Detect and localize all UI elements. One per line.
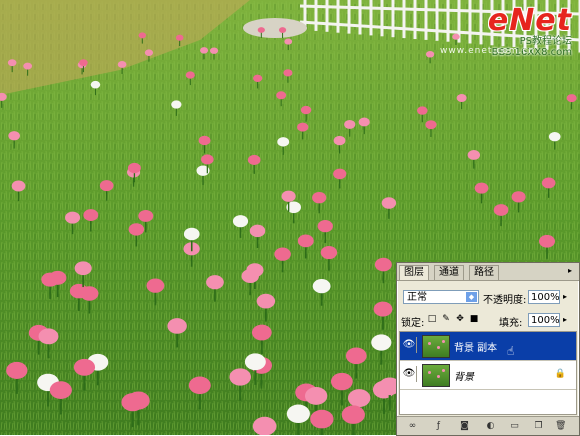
layer-row-background-copy[interactable]: 👁 背景 副本 ☝ [400,332,576,361]
tab-paths[interactable]: 路径 [469,265,499,280]
eye-icon[interactable]: 👁 [402,337,417,353]
lock-all-icon[interactable]: ■ [469,314,479,324]
layer-name: 背景 副本 [454,343,498,354]
tab-layers[interactable]: 图层 [399,265,429,280]
adjustment-layer-icon[interactable]: ◐ [485,421,496,432]
blend-mode-select[interactable]: 正常 ◆ [403,290,479,304]
layers-list: 👁 背景 副本 ☝ 👁 背景 🔒 [399,331,577,415]
panel-tabs: 图层 通道 路径 ▸ [397,263,579,281]
opacity-input[interactable]: 100% [528,290,560,304]
lock-transparent-icon[interactable]: □ [427,314,437,324]
new-group-icon[interactable]: ▭ [509,421,520,432]
layer-thumbnail [422,364,450,387]
delete-layer-icon[interactable]: 🗑 [555,421,566,432]
lock-move-icon[interactable]: ✥ [455,314,465,324]
layer-style-icon[interactable]: ƒ [433,421,444,432]
fill-label: 填充: [499,318,523,329]
layer-row-background[interactable]: 👁 背景 🔒 [400,361,576,390]
eye-icon[interactable]: 👁 [402,366,417,382]
lock-row: 锁定: □ ✎ ✥ ■ 填充: 100% ▸ [401,311,577,329]
blend-mode-value: 正常 [407,292,427,303]
layer-mask-icon[interactable]: ◙ [459,421,470,432]
lock-brush-icon[interactable]: ✎ [441,314,451,324]
layer-name: 背景 [454,372,474,383]
link-layers-icon[interactable]: ∞ [407,421,418,432]
layer-thumbnail [422,335,450,358]
opacity-arrow-icon[interactable]: ▸ [563,292,567,301]
dropdown-arrow-icon: ◆ [466,292,477,302]
new-layer-icon[interactable]: ❐ [533,421,544,432]
fill-arrow-icon[interactable]: ▸ [563,315,567,324]
lock-icon: 🔒 [554,369,566,379]
hand-cursor-icon: ☝ [507,344,515,358]
watermark-logo: eNet [487,3,572,38]
opacity-label: 不透明度: [483,295,527,306]
layers-panel: 图层 通道 路径 ▸ 正常 ◆ 不透明度: 100% ▸ 锁定: □ ✎ ✥ ■… [396,262,580,436]
fill-input[interactable]: 100% [528,313,560,327]
panel-menu-icon[interactable]: ▸ [565,266,575,276]
panel-bottom-bar: ∞ ƒ ◙ ◐ ▭ ❐ 🗑 [397,416,579,435]
lock-label: 锁定: [401,318,425,329]
watermark-site: www.enet.com.cn [440,46,536,56]
tab-channels[interactable]: 通道 [434,265,464,280]
blend-row: 正常 ◆ 不透明度: 100% ▸ [401,288,577,306]
